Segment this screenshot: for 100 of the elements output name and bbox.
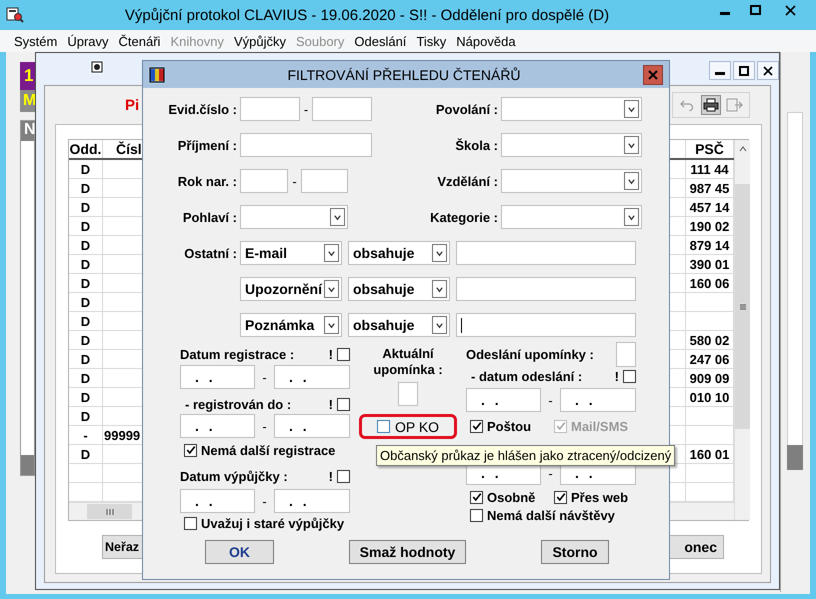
table-cell: D — [69, 388, 103, 406]
dropdown[interactable]: obsahuje — [348, 241, 450, 265]
input-field[interactable] — [240, 133, 372, 157]
input-field[interactable] — [456, 241, 636, 265]
table-cell: D — [69, 293, 103, 311]
maximize-icon — [750, 5, 760, 15]
tooltip: Občanský průkaz je hlášen jako ztracený/odcizený — [376, 445, 676, 466]
table-cell: D — [69, 407, 103, 425]
dropdown[interactable] — [240, 205, 348, 229]
close-icon — [648, 70, 658, 80]
flag-text: ! — [328, 396, 333, 412]
menu-item[interactable]: Tisky — [411, 34, 452, 48]
input-field[interactable] — [398, 382, 418, 406]
dropdown[interactable] — [501, 169, 642, 193]
dropdown[interactable]: Upozornění — [240, 277, 342, 301]
table-cell: D — [69, 369, 103, 387]
field-label: Škola : — [454, 138, 498, 152]
checkbox[interactable] — [337, 470, 350, 482]
table-cell: D — [69, 445, 103, 463]
dropdown[interactable] — [501, 205, 642, 229]
checkbox-label: Uvažuj i staré výpůjčky — [201, 516, 344, 530]
checkbox[interactable] — [623, 370, 636, 382]
menu-item[interactable]: Odeslání — [349, 34, 412, 48]
field-label: - datum odeslání : — [470, 368, 584, 384]
checkbox-label: Nemá další návštěvy — [487, 508, 615, 522]
window-icon — [91, 61, 103, 73]
dialog-button[interactable]: Smaž hodnoty — [349, 540, 466, 564]
input-field[interactable] — [456, 313, 636, 337]
field-label: Vzdělání : — [436, 174, 498, 188]
close-icon — [784, 4, 796, 16]
input-field[interactable] — [240, 97, 300, 121]
dropdown[interactable]: obsahuje — [348, 313, 450, 337]
checkbox[interactable] — [184, 516, 197, 530]
table-cell: D — [69, 331, 103, 349]
maximize-icon — [739, 66, 749, 76]
date-field[interactable]: . . — [466, 388, 541, 412]
menu-item[interactable]: Čtenáři — [114, 34, 166, 48]
vertical-scrollbar[interactable] — [734, 140, 750, 520]
date-field[interactable]: . . — [274, 489, 350, 513]
printer-icon[interactable] — [701, 95, 721, 115]
minimize-icon — [715, 72, 725, 75]
date-field[interactable]: . . — [274, 365, 350, 389]
input-field[interactable] — [240, 169, 288, 193]
minimize-icon — [720, 12, 730, 15]
date-field[interactable]: . . — [560, 388, 636, 412]
dialog-button[interactable]: Storno — [541, 540, 609, 564]
dropdown[interactable] — [501, 133, 642, 157]
checkbox[interactable] — [470, 508, 483, 522]
close-button[interactable] — [643, 64, 663, 84]
scrollbar[interactable] — [21, 455, 34, 475]
dropdown[interactable]: obsahuje — [348, 277, 450, 301]
checkbox[interactable] — [470, 490, 483, 504]
field-label: Aktuální upomínka : — [372, 346, 444, 378]
table-cell: D — [69, 350, 103, 368]
input-field[interactable] — [301, 169, 348, 193]
maximize-button[interactable] — [733, 61, 755, 80]
field-label: Pohlaví : — [182, 210, 237, 224]
dropdown[interactable] — [501, 97, 642, 121]
date-field[interactable]: . . — [180, 489, 255, 513]
separator-text: - — [261, 494, 268, 508]
dropdown[interactable]: Poznámka — [240, 313, 342, 337]
menu-item[interactable]: Nápověda — [451, 34, 521, 48]
table-cell: D — [69, 217, 103, 235]
checkbox[interactable] — [470, 420, 483, 432]
separator-text: - — [547, 466, 554, 480]
column-header[interactable]: Odd. — [69, 140, 103, 158]
menu-item[interactable]: Systém — [9, 34, 62, 48]
input-field[interactable] — [312, 97, 372, 121]
table-cell: D — [69, 160, 103, 178]
menu-item[interactable]: Výpůjčky — [228, 34, 291, 48]
field-label: - registrován do : — [184, 396, 292, 412]
table-cell: D — [69, 179, 103, 197]
table-cell: D — [69, 198, 103, 216]
checkbox[interactable] — [184, 444, 197, 456]
input-field[interactable] — [456, 277, 636, 301]
close-button[interactable] — [757, 61, 779, 80]
minimize-button[interactable] — [709, 61, 731, 80]
date-field[interactable]: . . — [180, 414, 255, 438]
flag-text: ! — [328, 468, 333, 484]
dropdown[interactable]: E-mail — [240, 241, 342, 265]
dialog-button[interactable]: OK — [205, 540, 274, 564]
table-cell: D — [69, 274, 103, 292]
field-label: Příjmení : — [176, 138, 237, 152]
checkbox-label: Nemá další registrace — [201, 442, 336, 458]
date-field[interactable]: . . — [274, 414, 350, 438]
checkbox-label: Přes web — [571, 490, 628, 504]
table-cell: D — [69, 255, 103, 273]
checkbox[interactable] — [554, 490, 567, 504]
scroll-up-icon[interactable] — [738, 144, 748, 154]
heading: Pi — [125, 96, 140, 114]
date-field[interactable]: . . — [180, 365, 255, 389]
checkbox[interactable] — [376, 420, 390, 433]
menu-item[interactable]: Úpravy — [62, 34, 114, 48]
mode-label: M — [20, 90, 35, 112]
close-icon — [763, 66, 773, 76]
input-field[interactable] — [616, 342, 636, 366]
checkbox[interactable] — [337, 398, 350, 410]
flag-text: ! — [328, 346, 333, 362]
checkbox[interactable] — [337, 348, 350, 360]
field-label: Odeslání upomínky : — [466, 346, 594, 362]
